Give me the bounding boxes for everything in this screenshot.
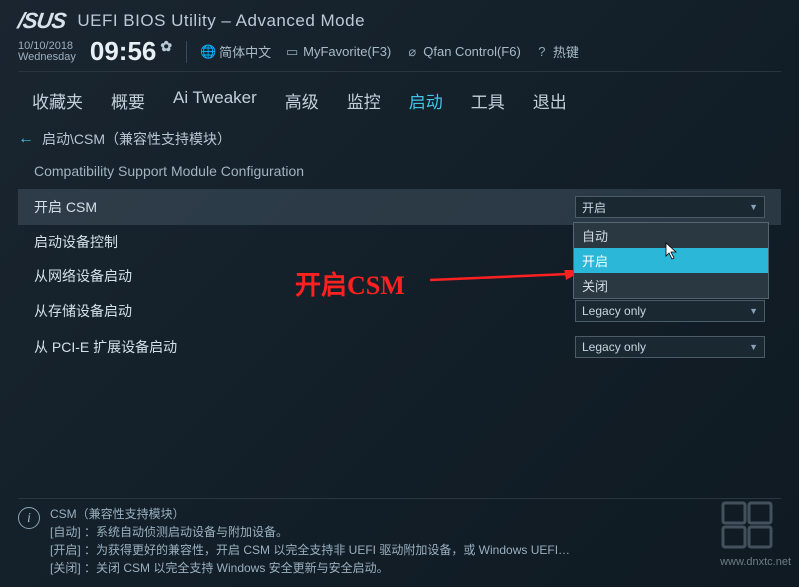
- combo-value: Legacy only: [582, 340, 646, 354]
- section-title: Compatibility Support Module Configurati…: [34, 163, 781, 179]
- combo-value: 开启: [582, 199, 606, 216]
- option-label: 启动设备控制: [34, 232, 118, 252]
- combo-launch-csm[interactable]: 开启 ▼: [575, 196, 765, 218]
- datetime-block: 10/10/2018 Wednesday: [18, 41, 76, 63]
- watermark-url: www.dnxtc.net: [720, 555, 791, 569]
- clock: 09:56 ✿: [90, 36, 172, 67]
- option-label: 从 PCI-E 扩展设备启动: [34, 337, 177, 357]
- combo-boot-pcie[interactable]: Legacy only ▼: [575, 336, 765, 358]
- qfan-label: Qfan Control(F6): [423, 44, 521, 59]
- help-panel: i CSM（兼容性支持模块） [自动] ：系统自动侦测启动设备与附加设备。 [开…: [18, 498, 781, 577]
- globe-icon: 🌐: [201, 45, 215, 59]
- qfan-button[interactable]: ⌀ Qfan Control(F6): [405, 44, 521, 59]
- info-icon: i: [18, 507, 40, 529]
- combo-boot-storage[interactable]: Legacy only ▼: [575, 300, 765, 322]
- combo-value: Legacy only: [582, 304, 646, 318]
- watermark-logo-icon: [719, 499, 779, 551]
- breadcrumb[interactable]: ← 启动\CSM（兼容性支持模块）: [18, 129, 781, 149]
- dropdown-item-disabled[interactable]: 关闭: [574, 273, 768, 298]
- option-launch-csm[interactable]: 开启 CSM 开启 ▼: [18, 189, 781, 225]
- main-tabs: 收藏夹 概要 Ai Tweaker 高级 监控 启动 工具 退出: [18, 84, 781, 123]
- tab-boot[interactable]: 启动: [409, 88, 443, 113]
- help-line: [开启] ：为获得更好的兼容性，开启 CSM 以完全支持非 UEFI 驱动附加设…: [50, 541, 570, 559]
- language-label: 简体中文: [219, 42, 271, 61]
- tab-ai-tweaker[interactable]: Ai Tweaker: [173, 88, 257, 113]
- help-line: [关闭] ：关闭 CSM 以完全支持 Windows 安全更新与安全启动。: [50, 559, 570, 577]
- breadcrumb-text: 启动\CSM（兼容性支持模块）: [42, 129, 231, 149]
- date-text: 10/10/2018: [18, 41, 76, 52]
- language-button[interactable]: 🌐 简体中文: [201, 42, 271, 61]
- tab-monitor[interactable]: 监控: [347, 88, 381, 113]
- fan-icon: ⌀: [405, 45, 419, 59]
- separator: [186, 41, 187, 63]
- folder-icon: ▭: [285, 45, 299, 59]
- myfavorite-button[interactable]: ▭ MyFavorite(F3): [285, 44, 391, 59]
- annotation-text: 开启CSM: [295, 265, 405, 302]
- hotkey-button[interactable]: ? 热键: [535, 42, 579, 61]
- help-icon: ?: [535, 45, 549, 59]
- option-label: 从存储设备启动: [34, 301, 132, 321]
- option-label: 开启 CSM: [34, 197, 97, 217]
- tab-tool[interactable]: 工具: [471, 88, 505, 113]
- cursor-icon: [665, 242, 681, 265]
- annotation-arrow-icon: [430, 270, 580, 290]
- option-boot-pcie[interactable]: 从 PCI-E 扩展设备启动 Legacy only ▼: [18, 329, 781, 365]
- weekday-text: Wednesday: [18, 52, 76, 63]
- tab-exit[interactable]: 退出: [533, 88, 567, 113]
- tab-main[interactable]: 概要: [111, 88, 145, 113]
- help-title: CSM（兼容性支持模块）: [50, 505, 570, 523]
- option-label: 从网络设备启动: [34, 266, 132, 286]
- hotkey-label: 热键: [553, 42, 579, 61]
- tab-advanced[interactable]: 高级: [285, 88, 319, 113]
- chevron-down-icon: ▼: [749, 306, 758, 316]
- chevron-down-icon: ▼: [749, 202, 758, 212]
- help-line: [自动] ：系统自动侦测启动设备与附加设备。: [50, 523, 570, 541]
- tab-favorites[interactable]: 收藏夹: [32, 88, 83, 113]
- time-text: 09:56: [90, 36, 157, 67]
- brand-logo: /SUS: [16, 8, 67, 34]
- help-text: CSM（兼容性支持模块） [自动] ：系统自动侦测启动设备与附加设备。 [开启]…: [50, 505, 570, 577]
- myfavorite-label: MyFavorite(F3): [303, 44, 391, 59]
- utility-title: UEFI BIOS Utility – Advanced Mode: [77, 11, 365, 31]
- back-arrow-icon[interactable]: ←: [18, 130, 34, 148]
- gear-icon[interactable]: ✿: [160, 38, 172, 55]
- chevron-down-icon: ▼: [749, 342, 758, 352]
